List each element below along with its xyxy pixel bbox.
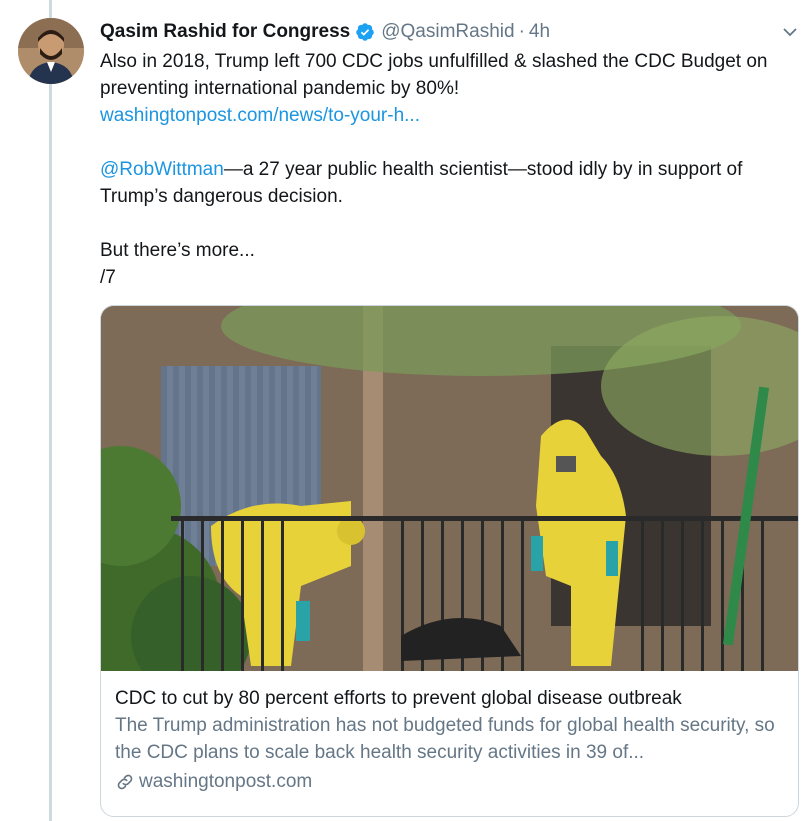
tweet-line: /7 xyxy=(100,267,116,288)
thread-connector-line xyxy=(49,0,52,821)
chevron-down-icon[interactable] xyxy=(780,22,800,47)
mention-link[interactable]: @RobWittman xyxy=(100,159,224,180)
avatar-image xyxy=(18,18,84,84)
card-body: CDC to cut by 80 percent efforts to prev… xyxy=(101,671,798,795)
tweet-text: Also in 2018, Trump left 700 CDC jobs un… xyxy=(100,48,800,291)
card-description: The Trump administration has not budgete… xyxy=(115,715,775,763)
card-source-domain: washingtonpost.com xyxy=(139,771,313,792)
verified-badge-icon xyxy=(355,22,375,42)
separator-dot: · xyxy=(518,21,525,42)
card-title[interactable]: CDC to cut by 80 percent efforts to prev… xyxy=(115,685,784,712)
tweet-line: Also in 2018, Trump left 700 CDC jobs un… xyxy=(100,51,768,99)
card-source: washingtonpost.com xyxy=(115,768,784,795)
author-handle[interactable]: @QasimRashid xyxy=(381,21,514,43)
link-icon xyxy=(117,774,133,789)
tweet-header: Qasim Rashid for Congress @QasimRashid ·… xyxy=(100,18,800,46)
tweet-content: Qasim Rashid for Congress @QasimRashid ·… xyxy=(100,18,800,291)
card-image xyxy=(101,306,798,671)
author-name[interactable]: Qasim Rashid for Congress xyxy=(100,21,350,43)
link-preview-card[interactable]: CDC to cut by 80 percent efforts to prev… xyxy=(100,305,799,817)
tweet-line: But there’s more... xyxy=(100,240,255,261)
tweet-timestamp[interactable]: 4h xyxy=(529,21,550,43)
avatar[interactable] xyxy=(18,18,84,84)
tweet-link[interactable]: washingtonpost.com/news/to-your-h... xyxy=(100,105,420,126)
